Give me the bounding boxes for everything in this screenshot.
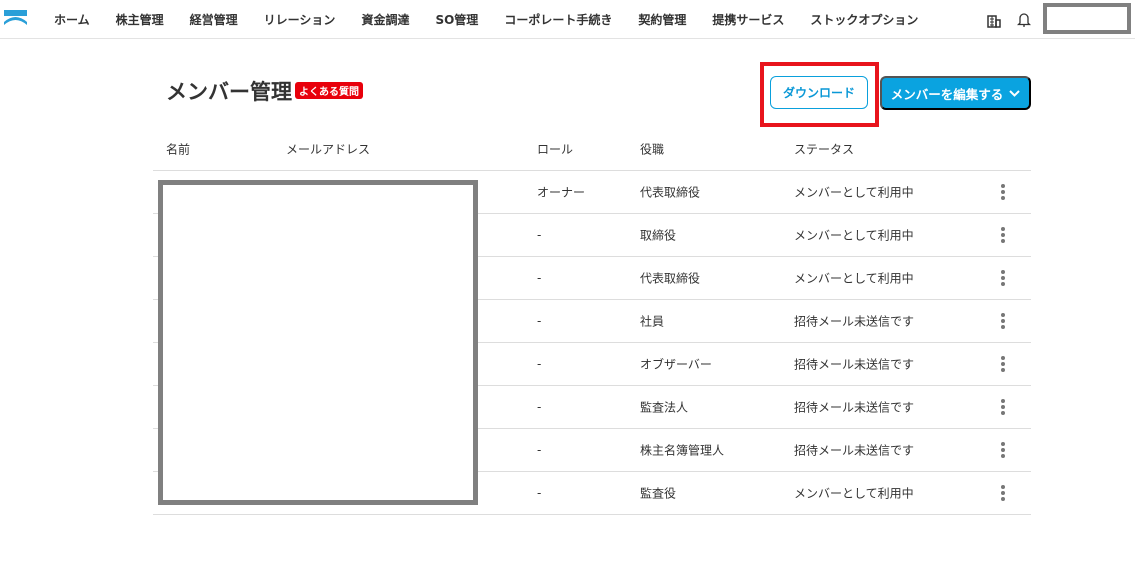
edit-members-button[interactable]: メンバーを編集する: [880, 76, 1031, 110]
table-header: 名前 メールアドレス ロール 役職 ステータス: [153, 128, 1031, 171]
more-options-icon[interactable]: [999, 356, 1007, 372]
position-cell: 社員: [640, 314, 665, 329]
header-role: ロール: [537, 142, 574, 157]
position-cell: 取締役: [640, 228, 677, 243]
position-cell: 株主名簿管理人: [640, 443, 725, 458]
role-cell: -: [537, 271, 542, 285]
nav-item[interactable]: ストックオプション: [810, 11, 918, 28]
role-cell: -: [537, 314, 542, 328]
header-email: メールアドレス: [286, 142, 371, 157]
status-cell: メンバーとして利用中: [794, 486, 914, 501]
nav-item[interactable]: SO管理: [435, 11, 478, 28]
header-name: 名前: [166, 142, 191, 157]
role-cell: -: [537, 400, 542, 414]
edit-members-label: メンバーを編集する: [890, 87, 1004, 102]
role-cell: -: [537, 443, 542, 457]
nav-item[interactable]: 契約管理: [638, 11, 686, 28]
nav-item[interactable]: ホーム: [54, 11, 90, 28]
more-options-icon[interactable]: [999, 313, 1007, 329]
name-email-redacted: [158, 180, 478, 505]
status-cell: 招待メール未送信です: [794, 314, 915, 329]
status-cell: 招待メール未送信です: [794, 357, 915, 372]
role-cell: -: [537, 486, 542, 500]
more-options-icon[interactable]: [999, 184, 1007, 200]
role-cell: オーナー: [537, 185, 586, 200]
more-options-icon[interactable]: [999, 399, 1007, 415]
download-button[interactable]: ダウンロード: [770, 76, 868, 109]
header-position: 役職: [640, 142, 665, 157]
more-options-icon[interactable]: [999, 442, 1007, 458]
more-options-icon[interactable]: [999, 485, 1007, 501]
nav-item[interactable]: 経営管理: [190, 11, 238, 28]
bell-icon[interactable]: [1017, 11, 1031, 28]
position-cell: 監査法人: [640, 400, 689, 415]
position-cell: オブザーバー: [640, 357, 712, 372]
header-status: ステータス: [794, 142, 855, 157]
nav-item[interactable]: 株主管理: [116, 11, 164, 28]
nav-item[interactable]: コーポレート手続き: [504, 11, 612, 28]
role-cell: -: [537, 357, 542, 371]
status-cell: 招待メール未送信です: [794, 400, 915, 415]
status-cell: メンバーとして利用中: [794, 228, 914, 243]
company-icon[interactable]: [987, 13, 1001, 28]
status-cell: メンバーとして利用中: [794, 271, 914, 286]
status-cell: メンバーとして利用中: [794, 185, 914, 200]
logo-icon[interactable]: [4, 10, 27, 25]
nav-item[interactable]: 提携サービス: [712, 11, 784, 28]
position-cell: 代表取締役: [640, 271, 701, 286]
status-cell: 招待メール未送信です: [794, 443, 915, 458]
nav-item[interactable]: リレーション: [264, 11, 336, 28]
user-menu-redacted[interactable]: [1043, 3, 1131, 34]
more-options-icon[interactable]: [999, 227, 1007, 243]
top-nav: ホーム 株主管理 経営管理 リレーション 資金調達 SO管理 コーポレート手続き 契約管理 提携…: [0, 0, 1135, 39]
position-cell: 監査役: [640, 486, 677, 501]
chevron-down-icon: [1009, 89, 1020, 97]
position-cell: 代表取締役: [640, 185, 701, 200]
nav-item[interactable]: 資金調達: [361, 11, 409, 28]
page-title: メンバー管理: [166, 80, 292, 104]
role-cell: -: [537, 228, 542, 242]
faq-badge[interactable]: よくある質問: [295, 82, 363, 99]
more-options-icon[interactable]: [999, 270, 1007, 286]
